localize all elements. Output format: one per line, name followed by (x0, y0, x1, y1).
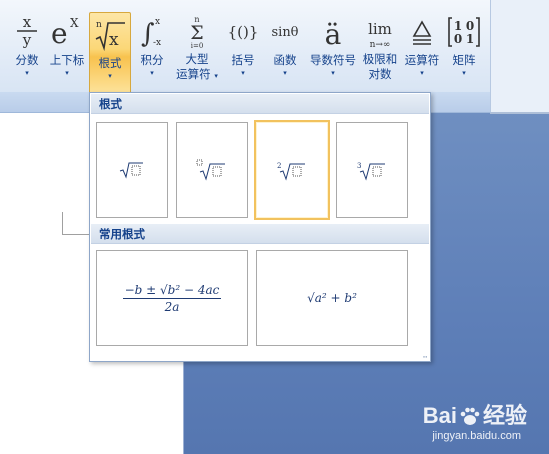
svg-text:X: X (70, 16, 79, 30)
svg-text:0: 0 (454, 32, 462, 46)
svg-text:3: 3 (357, 162, 361, 170)
large-operator-label: 大型 运算符 ▾ (176, 52, 218, 84)
chevron-down-icon: ▾ (25, 69, 29, 77)
accent-label: 导数符号 (310, 53, 356, 67)
script-icon: eX (49, 10, 85, 52)
svg-text:1: 1 (466, 32, 474, 46)
section-header-radical: 根式 (91, 94, 429, 114)
paw-icon (460, 407, 480, 425)
nth-root-icon (196, 159, 225, 181)
fraction-icon: xy (13, 10, 41, 52)
pythagorean-root-formula: √a² + b² (307, 291, 357, 305)
cube-root-tile[interactable]: 3 (336, 122, 408, 218)
ribbon-edge (490, 112, 549, 114)
section-header-common-radicals: 常用根式 (91, 224, 429, 244)
svg-text:Σ: Σ (190, 22, 203, 44)
watermark-logo: Bai 经验 (423, 398, 527, 430)
chevron-down-icon: ▾ (462, 69, 466, 77)
matrix-label: 矩阵 (452, 53, 476, 67)
pythagorean-root-tile[interactable]: √a² + b² (256, 250, 408, 346)
integral-button[interactable]: ∫ x -x 积分 ▾ (136, 10, 168, 90)
svg-text:x: x (155, 17, 160, 27)
bracket-button[interactable]: {()} 括号 ▾ (226, 10, 260, 90)
chevron-down-icon: ▾ (331, 69, 335, 77)
operator-label: 运算符 (404, 53, 440, 67)
svg-text:n→∞: n→∞ (370, 40, 391, 50)
svg-text:n: n (96, 20, 102, 30)
watermark-url: jingyan.baidu.com (432, 430, 521, 442)
svg-text:ä: ä (325, 18, 342, 50)
radical-icon: nx (93, 13, 127, 55)
square-root-degree2-icon: 2 (277, 162, 305, 181)
square-root-icon (119, 162, 143, 179)
svg-text:{()}: {()} (228, 23, 259, 41)
bracket-icon: {()} (226, 10, 260, 52)
large-operator-icon: n Σi=0 (182, 10, 212, 52)
chevron-down-icon: ▾ (150, 69, 154, 77)
watermark-brand-right: 经验 (482, 403, 527, 428)
function-button[interactable]: sinθ 函数 ▾ (266, 10, 304, 90)
integral-label: 积分 (140, 53, 164, 67)
svg-text:1: 1 (454, 19, 462, 33)
svg-text:e: e (51, 17, 68, 50)
square-root-degree2-tile[interactable]: 2 (254, 120, 330, 220)
integral-icon: ∫ x -x (137, 10, 167, 52)
script-label: 上下标 (49, 53, 85, 67)
quadratic-denominator: 2a (164, 299, 180, 314)
limit-log-label: 极限和 对数 (362, 52, 398, 81)
radical-button[interactable]: nx 根式 ▾ (89, 12, 131, 94)
chevron-down-icon: ▾ (214, 72, 218, 80)
cube-root-icon: 3 (357, 162, 385, 181)
operator-button[interactable]: 运算符 ▾ (401, 10, 443, 90)
chevron-down-icon: ▾ (283, 69, 287, 77)
svg-text:x: x (23, 13, 32, 31)
svg-text:sinθ: sinθ (271, 25, 298, 40)
quadratic-formula: −b ± √b² − 4ac 2a (122, 282, 222, 314)
chevron-down-icon: ▾ (65, 69, 69, 77)
watermark-brand-left: Bai (422, 403, 457, 428)
svg-text:lim: lim (368, 20, 392, 38)
resize-grip-icon[interactable]: ⠤ (422, 351, 428, 360)
radical-label: 根式 (98, 56, 122, 70)
accent-button[interactable]: ä 导数符号 ▾ (307, 10, 359, 90)
svg-text:-x: -x (153, 38, 161, 48)
function-label: 函数 (273, 53, 297, 67)
svg-text:2: 2 (277, 162, 281, 170)
quadratic-numerator: −b ± √b² − 4ac (122, 282, 222, 299)
accent-icon: ä (318, 10, 348, 52)
svg-text:x: x (109, 30, 119, 50)
limit-log-icon: lim n→∞ (361, 10, 399, 52)
script-button[interactable]: eX 上下标 ▾ (46, 10, 88, 90)
chevron-down-icon: ▾ (420, 69, 424, 77)
large-operator-button[interactable]: n Σi=0 大型 运算符 ▾ (172, 10, 222, 90)
fraction-label: 分数 (15, 53, 39, 67)
square-root-tile[interactable] (96, 122, 168, 218)
large-operator-label-text: 大型 运算符 (176, 52, 211, 81)
matrix-icon: 1001 (447, 10, 481, 52)
nth-root-tile[interactable] (176, 122, 248, 218)
fraction-button[interactable]: xy 分数 ▾ (8, 10, 46, 90)
radical-gallery: 根式 2 3 常用根式 −b ± √b² − 4ac 2a √a² + b² ⠤ (89, 92, 431, 362)
chevron-down-icon: ▾ (241, 69, 245, 77)
chevron-down-icon: ▾ (108, 72, 112, 80)
operator-icon (407, 10, 437, 52)
bracket-label: 括号 (231, 53, 255, 67)
matrix-button[interactable]: 1001 矩阵 ▾ (445, 10, 483, 90)
limit-log-button[interactable]: lim n→∞ 极限和 对数 (361, 10, 399, 90)
svg-text:y: y (22, 31, 32, 49)
svg-text:0: 0 (466, 19, 474, 33)
svg-text:i=0: i=0 (191, 42, 204, 50)
function-icon: sinθ (266, 10, 304, 52)
quadratic-formula-tile[interactable]: −b ± √b² − 4ac 2a (96, 250, 248, 346)
